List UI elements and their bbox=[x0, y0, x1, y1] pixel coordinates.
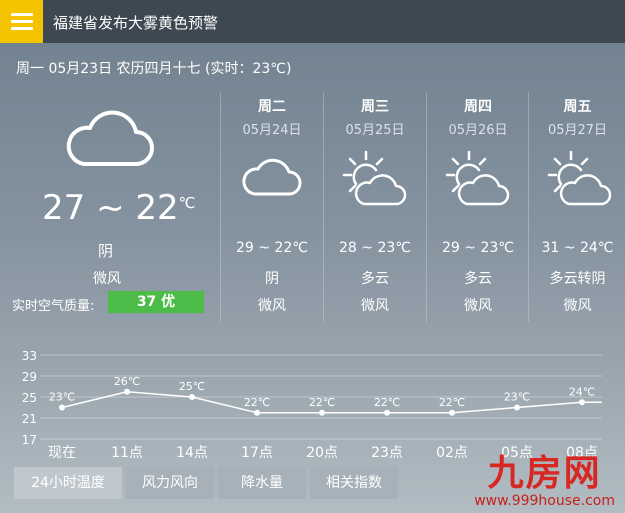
temp-data-label: 22℃ bbox=[309, 396, 335, 409]
forecast-date: 05月24日 bbox=[242, 123, 302, 138]
x-tick-label: 11点 bbox=[111, 445, 143, 461]
temp-data-label: 23℃ bbox=[49, 391, 75, 404]
y-tick-label: 33 bbox=[22, 349, 37, 363]
forecast-wind: 微风 bbox=[258, 298, 286, 314]
aqi-badge[interactable]: 37 优 bbox=[108, 291, 204, 313]
forecast-temp: 28 ~ 23℃ bbox=[339, 240, 411, 256]
forecast-wind: 微风 bbox=[563, 298, 592, 314]
today-wind: 微风 bbox=[93, 271, 121, 287]
watermark-logo: 九房网 bbox=[487, 453, 602, 494]
forecast-day-2[interactable]: 周三 05月25日 28 ~ 23℃ 多云 微风 bbox=[323, 92, 426, 322]
aqi-label: 实时空气质量: bbox=[12, 299, 95, 314]
forecast-dow: 周四 bbox=[464, 99, 492, 115]
watermark: 九房网 www.999house.com bbox=[474, 453, 615, 510]
tab-indices[interactable]: 相关指数 bbox=[310, 467, 398, 499]
alert-title[interactable]: 福建省发布大雾黄色预警 bbox=[53, 12, 218, 33]
menu-line bbox=[10, 20, 33, 23]
temp-data-label: 22℃ bbox=[244, 396, 270, 409]
temp-point bbox=[579, 399, 585, 406]
temp-point bbox=[319, 409, 325, 416]
top-bar: 福建省发布大雾黄色预警 bbox=[0, 0, 625, 43]
cloud-icon bbox=[242, 158, 302, 196]
forecast-wind: 微风 bbox=[464, 298, 492, 314]
y-tick-label: 29 bbox=[22, 370, 37, 384]
x-tick-label: 现在 bbox=[48, 445, 76, 461]
temp-data-label: 23℃ bbox=[504, 391, 530, 404]
forecast-condition: 多云 bbox=[361, 271, 389, 287]
forecast-temp: 29 ~ 23℃ bbox=[442, 240, 514, 256]
temp-point bbox=[124, 388, 130, 395]
temp-data-label: 25℃ bbox=[179, 380, 205, 393]
temp-point bbox=[384, 409, 390, 416]
forecast-temp: 31 ~ 24℃ bbox=[541, 240, 614, 256]
forecast-dow: 周五 bbox=[563, 99, 592, 115]
y-tick-label: 21 bbox=[22, 412, 37, 426]
today-temp-value: 27 ~ 22 bbox=[42, 188, 179, 228]
date-line: 周一 05月23日 农历四月十七 (实时：23℃) bbox=[16, 61, 292, 77]
x-tick-label: 23点 bbox=[371, 445, 403, 461]
temp-point bbox=[449, 409, 455, 416]
partly-cloudy-icon bbox=[342, 150, 407, 206]
y-tick-label: 25 bbox=[22, 391, 37, 405]
forecast-day-3[interactable]: 周四 05月26日 29 ~ 23℃ 多云 微风 bbox=[426, 92, 529, 322]
temp-data-label: 26℃ bbox=[114, 375, 140, 388]
temp-data-label: 24℃ bbox=[569, 385, 595, 398]
temp-point bbox=[254, 409, 260, 416]
watermark-url: www.999house.com bbox=[474, 493, 615, 509]
temp-point bbox=[59, 404, 65, 411]
x-tick-label: 14点 bbox=[176, 445, 208, 461]
tab-wind[interactable]: 风力风向 bbox=[126, 467, 214, 499]
x-tick-label: 17点 bbox=[241, 445, 273, 461]
hourly-temp-chart-svg: 33 29 25 21 17 23℃ 现在 26℃ 11点 25℃ 14点 22℃ 17点 22℃ 20点 2… bbox=[22, 349, 602, 461]
forecast-date: 05月25日 bbox=[345, 123, 405, 138]
menu-button[interactable] bbox=[0, 0, 43, 43]
hourly-temp-chart: 33 29 25 21 17 23℃ 现在 26℃ 11点 25℃ 14点 22℃ 17点 22℃ 20点 2… bbox=[0, 345, 625, 465]
temp-point bbox=[189, 394, 195, 400]
menu-line bbox=[10, 27, 33, 30]
forecast-condition: 多云 bbox=[464, 271, 492, 287]
forecast-day-4[interactable]: 周五 05月27日 31 ~ 24℃ 多云转阴 微风 bbox=[528, 92, 625, 322]
forecast-date: 05月27日 bbox=[547, 123, 608, 138]
today-temp-range: 27 ~ 22℃ bbox=[42, 188, 196, 228]
tab-24h-temp[interactable]: 24小时温度 bbox=[14, 467, 122, 499]
today-panel: 27 ~ 22℃ 阴 微风 实时空气质量: 37 优 bbox=[0, 92, 210, 322]
partly-cloudy-icon bbox=[445, 150, 510, 206]
forecast-condition: 多云转阴 bbox=[549, 271, 606, 287]
today-condition: 阴 bbox=[98, 242, 114, 260]
forecast-temp: 29 ~ 22℃ bbox=[236, 240, 308, 256]
forecast-wind: 微风 bbox=[361, 298, 389, 314]
forecast-dow: 周三 bbox=[361, 99, 389, 115]
forecast-dow: 周二 bbox=[258, 99, 286, 115]
partly-cloudy-icon bbox=[547, 150, 612, 206]
forecast-condition: 阴 bbox=[265, 271, 279, 287]
forecast-day-1[interactable]: 周二 05月24日 29 ~ 22℃ 阴 微风 bbox=[220, 92, 323, 322]
today-temp-unit: ℃ bbox=[178, 194, 196, 212]
x-tick-label: 20点 bbox=[306, 445, 338, 461]
temp-data-label: 22℃ bbox=[439, 396, 465, 409]
menu-line bbox=[10, 13, 33, 16]
temp-data-label: 22℃ bbox=[374, 396, 400, 409]
x-tick-label: 02点 bbox=[436, 445, 468, 461]
cloud-icon bbox=[66, 110, 154, 166]
tab-precipitation[interactable]: 降水量 bbox=[218, 467, 306, 499]
forecast-date: 05月26日 bbox=[448, 123, 508, 138]
y-tick-label: 17 bbox=[22, 433, 37, 447]
temp-point bbox=[514, 404, 520, 411]
